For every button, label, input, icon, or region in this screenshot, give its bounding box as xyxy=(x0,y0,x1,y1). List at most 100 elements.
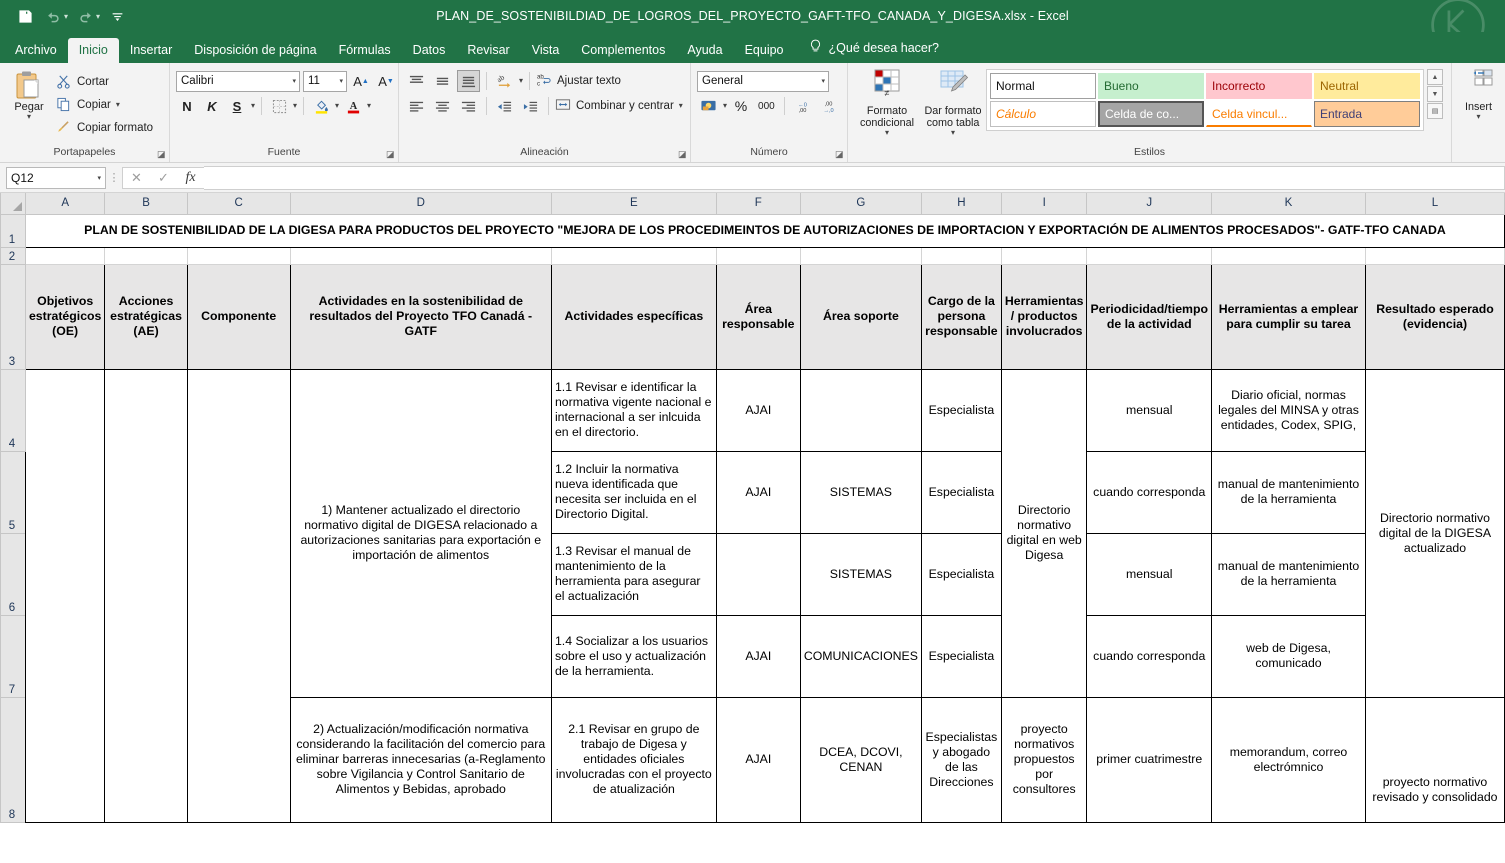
number-format-combobox[interactable]: General ▾ xyxy=(697,70,829,92)
fuente-dialog-launcher[interactable]: ◪ xyxy=(386,150,396,160)
tab-ayuda[interactable]: Ayuda xyxy=(676,38,733,64)
cell-area-responsable-1-3[interactable] xyxy=(715,532,801,616)
tab-equipo[interactable]: Equipo xyxy=(734,38,795,64)
styles-scroll-down-icon[interactable]: ▼ xyxy=(1427,86,1443,102)
table-header-actividades-sostenibilidad[interactable]: Actividades en la sostenibilidad de resu… xyxy=(289,263,552,370)
table-header-componente[interactable]: Componente xyxy=(186,263,291,370)
cell-a2[interactable] xyxy=(24,246,106,265)
table-header-cargo-persona-responsable[interactable]: Cargo de la persona responsable xyxy=(920,263,1002,370)
undo-dropdown-caret[interactable]: ▾ xyxy=(64,12,68,21)
cell-actividad-2[interactable]: 2) Actualización/modificación normativa … xyxy=(289,696,552,823)
cell-actividad-especifica-2-1[interactable]: 2.1 Revisar en grupo de trabajo de Diges… xyxy=(550,696,717,823)
spreadsheet-grid[interactable]: A B C D E F G H I J K L 1 PLAN DE SOSTEN… xyxy=(0,193,1505,863)
format-as-table-button[interactable]: Dar formato como tabla ▾ xyxy=(920,67,986,137)
cell-area-soporte-1-2[interactable]: SISTEMAS xyxy=(799,450,922,534)
tab-disposicion-de-pagina[interactable]: Disposición de página xyxy=(183,38,327,64)
cell-cargo-1-2[interactable]: Especialista xyxy=(920,450,1002,534)
underline-button[interactable]: S xyxy=(226,95,248,117)
copy-button[interactable]: Copiar ▾ xyxy=(56,94,153,115)
cell-herramientas-emplear-2-1[interactable]: memorandum, correo electrómnico xyxy=(1211,696,1366,823)
row-header-7[interactable]: 7 xyxy=(0,614,26,698)
table-header-herramientas-emplear[interactable]: Herramientas a emplear para cumplir su t… xyxy=(1211,263,1366,370)
cell-e2[interactable] xyxy=(550,246,717,265)
cell-area-responsable-1-1[interactable]: AJAI xyxy=(715,368,801,452)
bold-button[interactable]: N xyxy=(176,95,198,117)
styles-gallery-scroll[interactable]: ▲ ▼ ▤ xyxy=(1427,69,1443,119)
column-header-b[interactable]: B xyxy=(104,193,188,215)
percent-style-button[interactable]: % xyxy=(730,95,752,117)
conditional-format-caret[interactable]: ▾ xyxy=(885,129,889,137)
redo-icon[interactable] xyxy=(72,4,98,28)
insert-function-icon[interactable]: fx xyxy=(177,168,204,188)
cell-c2[interactable] xyxy=(186,246,291,265)
cut-button[interactable]: Cortar xyxy=(56,71,153,92)
paste-dropdown-caret[interactable]: ▾ xyxy=(27,113,31,121)
font-size-caret[interactable]: ▾ xyxy=(339,77,343,85)
cell-herramientas-emplear-1-4[interactable]: web de Digesa, comunicado xyxy=(1211,614,1366,698)
row-header-3[interactable]: 3 xyxy=(0,263,26,370)
cell-styles-gallery[interactable]: Normal Bueno Incorrecto Neutral Cálculo … xyxy=(986,69,1424,131)
cell-l2[interactable] xyxy=(1364,246,1505,265)
font-color-caret[interactable]: ▾ xyxy=(367,102,371,110)
cell-herramienta-producto-1[interactable]: Directorio normativo digital en web Dige… xyxy=(1000,368,1088,698)
borders-icon[interactable] xyxy=(268,95,290,117)
table-header-acciones-estrategicas[interactable]: Acciones estratégicas (AE) xyxy=(104,263,188,370)
cell-objetivos-estrategicos[interactable] xyxy=(24,368,106,823)
tab-revisar[interactable]: Revisar xyxy=(456,38,520,64)
insert-cells-caret[interactable]: ▾ xyxy=(1476,113,1480,121)
cell-periodicidad-1-2[interactable]: cuando corresponda xyxy=(1086,450,1212,534)
table-header-objetivos-estrategicos[interactable]: Objetivos estratégicos (OE) xyxy=(24,263,106,370)
column-header-d[interactable]: D xyxy=(289,193,552,215)
cell-componente[interactable] xyxy=(186,368,291,823)
cell-k2[interactable] xyxy=(1211,246,1366,265)
cell-herramientas-emplear-1-1[interactable]: Diario oficial, normas legales del MINSA… xyxy=(1211,368,1366,452)
merge-center-button[interactable]: Combinar y centrar ▾ xyxy=(555,95,683,117)
align-right-icon[interactable] xyxy=(457,95,480,117)
row-header-4[interactable]: 4 xyxy=(0,368,26,452)
orientation-icon[interactable]: ab xyxy=(493,70,516,92)
fill-color-icon[interactable] xyxy=(310,95,332,117)
style-celda-de-comprobacion[interactable]: Celda de co... xyxy=(1098,101,1204,127)
align-top-icon[interactable] xyxy=(405,70,428,92)
merge-center-caret[interactable]: ▾ xyxy=(679,102,683,110)
tab-vista[interactable]: Vista xyxy=(521,38,571,64)
column-header-k[interactable]: K xyxy=(1211,193,1366,215)
cell-d2[interactable] xyxy=(289,246,552,265)
style-normal[interactable]: Normal xyxy=(990,73,1096,99)
cell-periodicidad-1-3[interactable]: mensual xyxy=(1086,532,1212,616)
column-header-f[interactable]: F xyxy=(715,193,801,215)
column-header-i[interactable]: I xyxy=(1000,193,1088,215)
decrease-font-size-icon[interactable]: A ▼ xyxy=(375,70,397,92)
decrease-decimal-icon[interactable]: ,00 →,0 xyxy=(817,95,840,117)
cell-cargo-1-1[interactable]: Especialista xyxy=(920,368,1002,452)
cell-herramientas-emplear-1-3[interactable]: manual de mantenimiento de la herramient… xyxy=(1211,532,1366,616)
sheet-title-cell[interactable]: PLAN DE SOSTENIBILIDAD DE LA DIGESA PARA… xyxy=(24,213,1505,248)
cell-area-soporte-1-1[interactable] xyxy=(799,368,922,452)
comma-style-button[interactable]: 000 xyxy=(755,95,778,117)
undo-icon[interactable] xyxy=(40,4,66,28)
cell-periodicidad-2-1[interactable]: primer cuatrimestre xyxy=(1086,696,1212,823)
orientation-caret[interactable]: ▾ xyxy=(519,77,523,85)
fill-color-caret[interactable]: ▾ xyxy=(335,102,339,110)
copy-dropdown-caret[interactable]: ▾ xyxy=(116,100,120,108)
style-calculo[interactable]: Cálculo xyxy=(990,101,1096,127)
row-header-2[interactable]: 2 xyxy=(0,246,26,265)
style-neutral[interactable]: Neutral xyxy=(1314,73,1420,99)
align-center-icon[interactable] xyxy=(431,95,454,117)
row-header-8[interactable]: 8 xyxy=(0,696,26,823)
table-header-area-responsable[interactable]: Área responsable xyxy=(715,263,801,370)
portapapeles-dialog-launcher[interactable]: ◪ xyxy=(157,150,167,160)
font-size-combobox[interactable]: 11 ▾ xyxy=(303,70,347,92)
align-left-icon[interactable] xyxy=(405,95,428,117)
cell-actividad-especifica-1-2[interactable]: 1.2 Incluir la normativa nueva identific… xyxy=(550,450,717,534)
style-bueno[interactable]: Bueno xyxy=(1098,73,1204,99)
cell-actividad-especifica-1-3[interactable]: 1.3 Revisar el manual de mantenimiento d… xyxy=(550,532,717,616)
column-header-c[interactable]: C xyxy=(186,193,291,215)
cell-f2[interactable] xyxy=(715,246,801,265)
column-header-g[interactable]: G xyxy=(799,193,922,215)
increase-decimal-icon[interactable]: ←0,00 xyxy=(791,95,814,117)
style-celda-vinculada[interactable]: Celda vincul... xyxy=(1206,101,1312,127)
save-icon[interactable] xyxy=(12,4,38,28)
row-header-6[interactable]: 6 xyxy=(0,532,26,616)
styles-more-icon[interactable]: ▤ xyxy=(1427,103,1443,119)
